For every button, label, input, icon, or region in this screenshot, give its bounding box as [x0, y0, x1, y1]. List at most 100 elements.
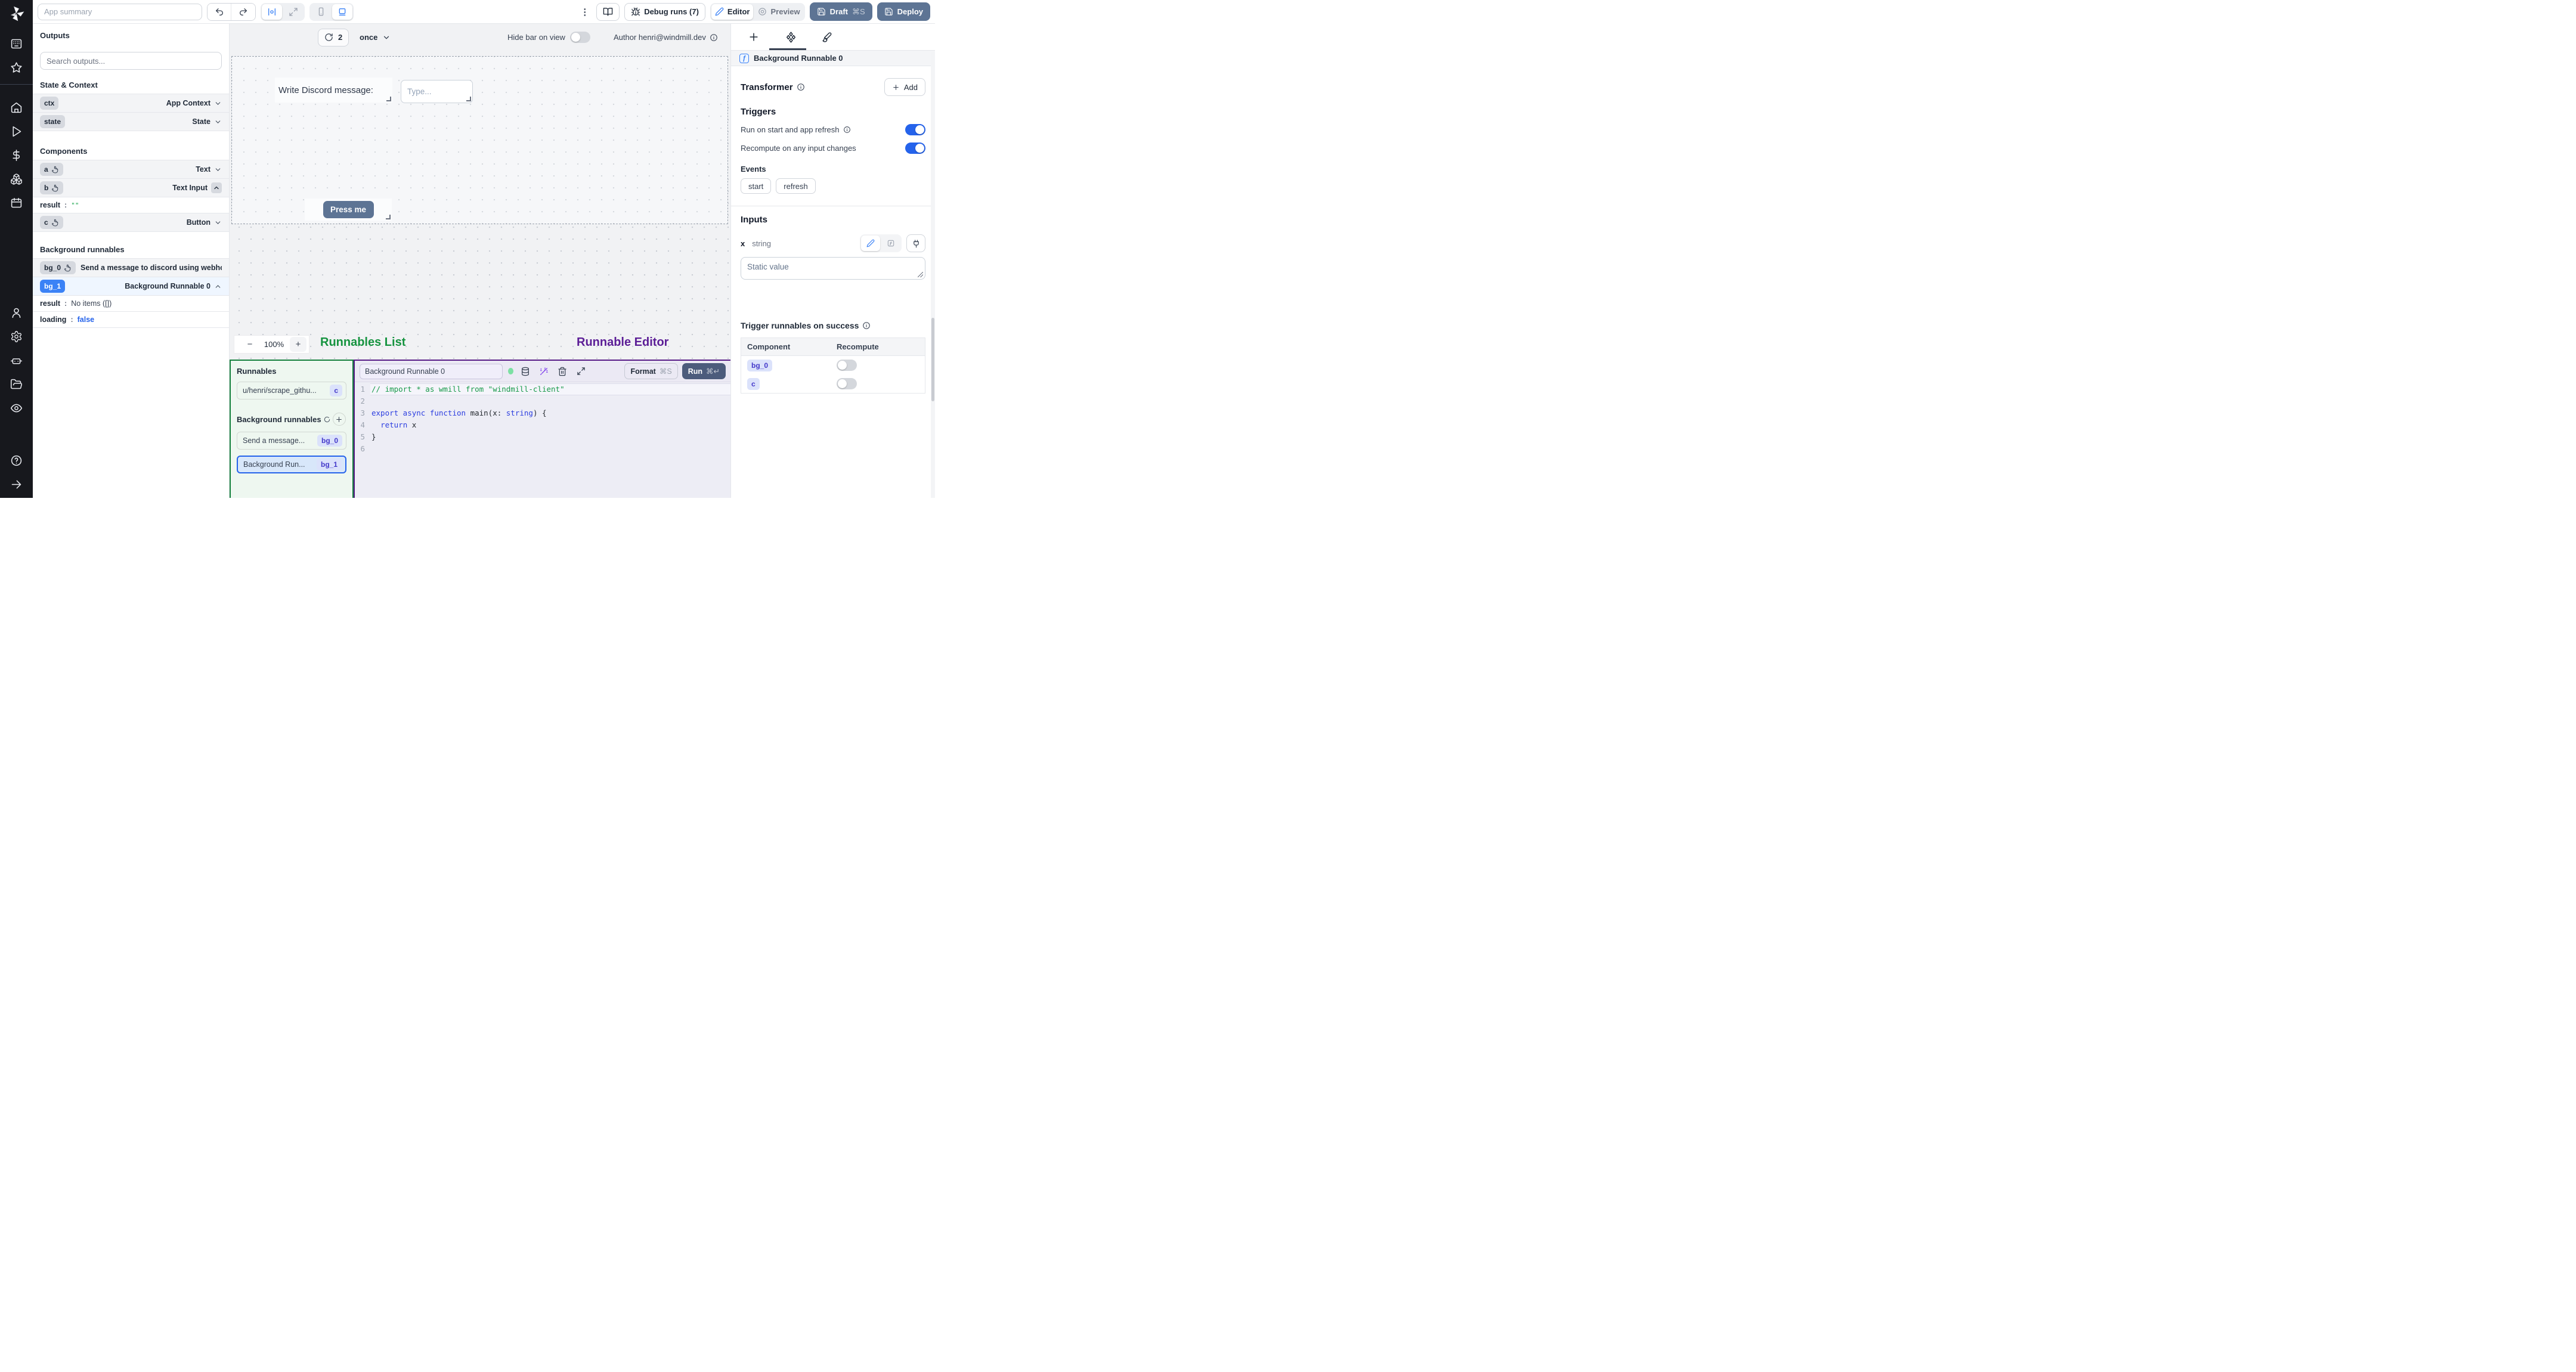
component-row-c[interactable]: c Button	[33, 213, 229, 232]
component-row-a[interactable]: a Text	[33, 160, 229, 179]
refresh-count-button[interactable]: 2	[318, 28, 349, 47]
align-center-button[interactable]	[262, 4, 282, 20]
run-button[interactable]: Run ⌘↵	[682, 363, 726, 379]
runnable-name-input[interactable]	[360, 363, 503, 379]
resize-handle[interactable]	[466, 97, 471, 101]
recompute-toggle-bg0[interactable]	[837, 360, 857, 371]
settings-icon[interactable]	[7, 326, 27, 346]
component-row-b[interactable]: b Text Input	[33, 178, 229, 197]
run-on-start-toggle[interactable]	[905, 124, 925, 135]
expr-mode-button function-icon[interactable]	[881, 236, 900, 251]
code-line[interactable]: 1// import * as wmill from "windmill-cli…	[355, 383, 730, 395]
trash-icon[interactable]	[556, 365, 569, 378]
hide-bar-toggle[interactable]	[569, 32, 590, 43]
app-summary-input[interactable]	[38, 3, 202, 20]
apps-icon[interactable]	[7, 33, 27, 54]
chevron-down-icon[interactable]	[214, 166, 222, 174]
desktop-view-button[interactable]	[332, 4, 352, 20]
windmill-logo-icon[interactable]	[8, 5, 25, 22]
folder-open-icon[interactable]	[7, 374, 27, 394]
zoom-out-button[interactable]: −	[242, 337, 258, 352]
chevron-down-icon[interactable]	[214, 219, 222, 227]
app-canvas[interactable]: Write Discord message: Type... Press me	[231, 56, 728, 224]
bg0-row[interactable]: bg_0 Send a message to discord using web…	[33, 258, 229, 277]
home-icon[interactable]	[7, 97, 27, 117]
chevron-down-icon[interactable]	[214, 118, 222, 126]
eye-icon[interactable]	[7, 398, 27, 418]
schedule-dropdown[interactable]: once	[360, 33, 391, 42]
debug-runs-button[interactable]: Debug runs (7)	[624, 2, 705, 21]
recompute-toggle[interactable]	[905, 143, 925, 154]
code-line[interactable]: 4 return x	[355, 419, 730, 431]
event-refresh-pill[interactable]: refresh	[776, 178, 816, 194]
canvas-area[interactable]: Write Discord message: Type... Press me	[230, 51, 730, 360]
bg1-loading-row[interactable]: loading : false	[33, 312, 229, 328]
mobile-view-button[interactable]	[311, 4, 331, 20]
star-icon[interactable]	[7, 57, 27, 78]
robot-icon[interactable]	[7, 350, 27, 370]
scrollbar-thumb[interactable]	[931, 318, 934, 401]
boxes-icon[interactable]	[7, 169, 27, 189]
add-background-runnable-button[interactable]	[332, 413, 346, 426]
chevron-up-icon[interactable]	[214, 283, 222, 290]
search-outputs-input[interactable]	[40, 52, 222, 70]
chevron-up-icon[interactable]	[211, 182, 222, 193]
database-icon[interactable]	[519, 365, 532, 378]
runnable-item-scrape[interactable]: u/henri/scrape_githu... c	[237, 382, 346, 399]
ai-wand-icon[interactable]	[537, 365, 550, 378]
calendar-icon[interactable]	[7, 193, 27, 213]
format-button[interactable]: Format ⌘S	[624, 363, 678, 379]
event-start-pill[interactable]: start	[741, 178, 772, 194]
docs-button[interactable]	[596, 2, 620, 21]
connect-input-button plug-icon[interactable]	[906, 234, 925, 252]
play-icon[interactable]	[7, 121, 27, 141]
text-widget[interactable]: Write Discord message:	[275, 78, 392, 103]
static-value-input[interactable]	[741, 257, 925, 280]
styling-tab brush-icon[interactable]	[817, 26, 838, 48]
dollar-icon[interactable]	[7, 145, 27, 165]
help-icon[interactable]	[7, 450, 27, 470]
static-mode-button pencil-icon[interactable]	[861, 236, 880, 251]
user-icon[interactable]	[7, 302, 27, 323]
button-widget-container[interactable]: Press me	[305, 199, 392, 221]
textarea-resize-handle[interactable]	[918, 272, 923, 277]
undo-button[interactable]	[208, 3, 231, 20]
tab-editor[interactable]: Editor	[711, 4, 754, 20]
output-row-ctx[interactable]: ctx App Context	[33, 94, 229, 113]
deploy-button[interactable]: Deploy	[877, 2, 930, 21]
press-me-button[interactable]: Press me	[323, 201, 374, 218]
expand-icon[interactable]	[574, 365, 587, 378]
zoom-in-button[interactable]: +	[290, 337, 306, 352]
component-settings-tab component-icon[interactable]	[780, 26, 801, 48]
bg-runnable-item-0[interactable]: Send a message... bg_0	[237, 432, 346, 450]
bg1-result-row[interactable]: result : No items ([])	[33, 296, 229, 312]
resize-handle[interactable]	[386, 215, 391, 219]
resize-handle[interactable]	[386, 97, 391, 101]
code-line[interactable]: 5}	[355, 431, 730, 443]
scrollbar[interactable]	[931, 52, 935, 498]
text-input-widget[interactable]: Type...	[401, 80, 473, 103]
recompute-toggle-c[interactable]	[837, 378, 857, 389]
bg-runnable-item-1-selected[interactable]: Background Run... bg_1	[237, 456, 346, 473]
bg1-row[interactable]: bg_1 Background Runnable 0	[33, 277, 229, 296]
tab-preview[interactable]: Preview	[754, 4, 803, 20]
chevron-down-icon[interactable]	[214, 100, 222, 107]
insert-component-tab plus-icon[interactable]	[743, 26, 764, 48]
maximize-button[interactable]	[283, 4, 304, 20]
arrow-right-icon[interactable]	[7, 474, 27, 494]
info-icon[interactable]	[797, 83, 805, 91]
output-row-state[interactable]: state State	[33, 112, 229, 131]
code-line[interactable]: 3 export async function main(x: string) {	[355, 407, 730, 419]
more-menu-icon[interactable]: ⋮	[578, 7, 592, 17]
info-icon[interactable]	[862, 321, 871, 330]
code-line[interactable]: 2	[355, 395, 730, 407]
add-transformer-button[interactable]: Add	[884, 78, 925, 96]
draft-button[interactable]: Draft ⌘S	[809, 2, 872, 21]
redo-button[interactable]	[231, 3, 255, 20]
component-badge[interactable]: c	[747, 377, 760, 390]
b-result-row[interactable]: result : ""	[33, 197, 229, 213]
code-editor[interactable]: 1// import * as wmill from "windmill-cli…	[355, 382, 730, 498]
code-line[interactable]: 6	[355, 443, 730, 455]
info-icon[interactable]	[710, 33, 718, 42]
info-icon[interactable]	[843, 126, 851, 134]
